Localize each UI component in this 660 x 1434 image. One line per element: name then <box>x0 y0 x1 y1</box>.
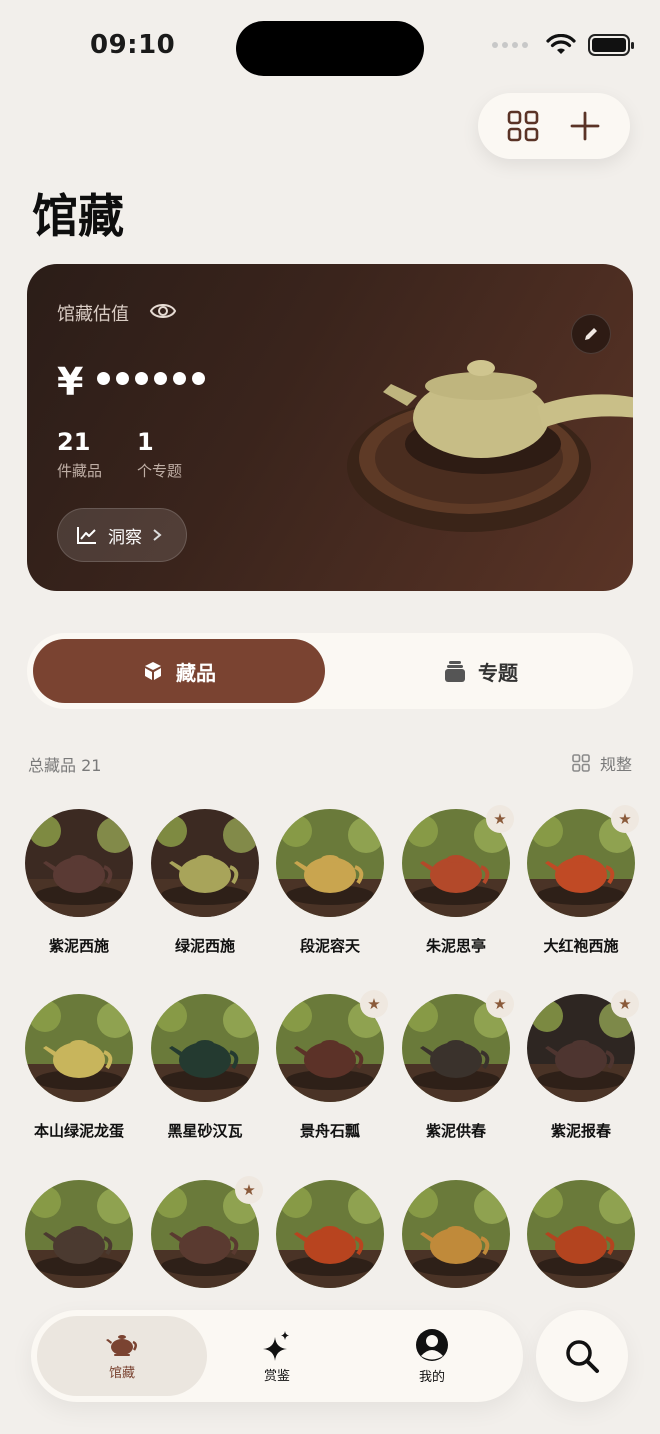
collection-item[interactable]: ★ 景舟石瓢 <box>270 990 390 1141</box>
insight-label: 洞察 <box>108 527 142 548</box>
cube-icon <box>145 662 161 680</box>
tab-profile[interactable]: 我的 <box>347 1316 517 1396</box>
masked-digit <box>154 372 167 385</box>
arrange-button[interactable]: 规整 <box>572 751 632 775</box>
teapot-thumbnail <box>527 1180 635 1288</box>
tab-items[interactable]: 藏品 <box>33 639 325 703</box>
tab-items-label: 藏品 <box>176 660 216 685</box>
masked-digit <box>173 372 186 385</box>
collection-item[interactable]: ★ 紫泥报春 <box>521 990 641 1141</box>
cellular-signal-icon <box>492 42 528 48</box>
pencil-icon <box>585 328 597 340</box>
collection-item[interactable]: ★ 紫泥供春 <box>396 990 516 1141</box>
collection-count: 总藏品 21 <box>28 756 102 775</box>
insight-button[interactable]: 洞察 <box>57 508 187 562</box>
teapot-thumbnail <box>25 994 133 1102</box>
grid-view-button[interactable] <box>499 102 547 150</box>
wifi-icon <box>546 34 576 54</box>
featured-teapot-image <box>347 360 633 532</box>
collection-item[interactable] <box>19 1180 139 1288</box>
eye-icon <box>149 304 177 318</box>
masked-digit <box>135 372 148 385</box>
collection-item-name: 本山绿泥龙蛋 <box>33 1122 124 1140</box>
teapot-icon <box>106 1334 137 1356</box>
collection-item[interactable]: ★ 大红袍西施 <box>521 805 641 956</box>
favorite-star-icon: ★ <box>360 990 388 1018</box>
teapot-thumbnail <box>402 1180 510 1288</box>
collection-item-name: 大红袍西施 <box>543 937 619 955</box>
status-indicators <box>492 34 634 56</box>
plus-icon <box>570 111 600 141</box>
top-action-bar <box>478 93 630 159</box>
favorite-star-icon: ★ <box>611 805 639 833</box>
collection-item-name: 绿泥西施 <box>174 937 235 955</box>
collection-item[interactable]: 绿泥西施 <box>145 809 265 956</box>
masked-value <box>97 372 205 385</box>
page-title: 馆藏 <box>32 189 124 243</box>
stat-topics-count: 1 <box>137 428 154 456</box>
collection-item[interactable]: ★ 朱泥思亭 <box>396 805 516 956</box>
masked-digit <box>192 372 205 385</box>
tab-collection-label: 馆藏 <box>108 1365 135 1381</box>
arrange-label: 规整 <box>599 755 632 774</box>
segmented-control: 藏品 专题 <box>27 633 633 709</box>
collection-item[interactable]: 本山绿泥龙蛋 <box>19 994 139 1141</box>
toggle-visibility-button[interactable] <box>149 300 177 326</box>
collection-item-name: 紫泥西施 <box>48 937 109 955</box>
tab-appreciate-label: 赏鉴 <box>263 1368 290 1384</box>
collection-item-name: 紫泥供春 <box>425 1122 486 1140</box>
stat-items-count: 21 <box>57 428 91 456</box>
collection-item-name: 黑星砂汉瓦 <box>167 1122 243 1140</box>
profile-icon <box>416 1328 448 1361</box>
collection-item[interactable]: ★ <box>145 1176 265 1288</box>
tab-appreciate[interactable]: 赏鉴 <box>192 1316 362 1396</box>
teapot-thumbnail <box>25 809 133 917</box>
collection-item-name: 景舟石瓢 <box>299 1122 360 1140</box>
collection-item[interactable]: 紫泥西施 <box>19 809 139 956</box>
currency-symbol: ¥ <box>57 360 84 404</box>
search-button[interactable] <box>536 1310 628 1402</box>
status-time: 09:10 <box>90 30 176 60</box>
collection-item[interactable] <box>270 1180 390 1288</box>
tab-profile-label: 我的 <box>418 1369 445 1385</box>
teapot-thumbnail <box>276 1180 384 1288</box>
collection-item[interactable] <box>521 1180 641 1288</box>
masked-digit <box>97 372 110 385</box>
stat-topics-label: 个专题 <box>137 462 183 480</box>
collection-item[interactable] <box>396 1180 516 1288</box>
bottom-tab-bar: 馆藏 赏鉴 我的 <box>31 1310 523 1402</box>
favorite-star-icon: ★ <box>611 990 639 1018</box>
value-card-label: 馆藏估值 <box>57 304 129 325</box>
collection-item-name: 段泥容天 <box>299 937 360 955</box>
teapot-thumbnail <box>276 809 384 917</box>
teapot-thumbnail <box>151 809 259 917</box>
chart-line-icon <box>77 527 96 544</box>
stat-items: 21 件藏品 <box>57 428 102 481</box>
collection-item-name: 紫泥报春 <box>550 1122 611 1140</box>
grid-small-icon <box>572 754 590 772</box>
collection-value-card: 馆藏估值 ¥ 21 件藏品 1 个专题 洞察 <box>27 264 633 591</box>
stat-topics: 1 个专题 <box>137 428 182 481</box>
grid-icon <box>507 110 539 142</box>
folder-stack-icon <box>445 661 465 682</box>
chevron-right-icon <box>153 529 162 541</box>
teapot-thumbnail <box>25 1180 133 1288</box>
favorite-star-icon: ★ <box>486 805 514 833</box>
tab-topics-label: 专题 <box>478 660 518 685</box>
collection-item[interactable]: 黑星砂汉瓦 <box>145 994 265 1141</box>
tab-topics[interactable]: 专题 <box>335 639 627 703</box>
masked-digit <box>116 372 129 385</box>
stat-items-label: 件藏品 <box>57 462 103 480</box>
favorite-star-icon: ★ <box>235 1176 263 1204</box>
search-icon <box>566 1340 599 1373</box>
favorite-star-icon: ★ <box>486 990 514 1018</box>
add-button[interactable] <box>561 102 609 150</box>
collection-item[interactable]: 段泥容天 <box>270 809 390 956</box>
collection-item-name: 朱泥思亭 <box>425 937 486 955</box>
battery-icon <box>588 34 634 56</box>
teapot-thumbnail <box>151 994 259 1102</box>
dynamic-island <box>236 21 424 76</box>
tab-collection[interactable]: 馆藏 <box>37 1316 207 1396</box>
sparkle-icon <box>263 1330 289 1361</box>
